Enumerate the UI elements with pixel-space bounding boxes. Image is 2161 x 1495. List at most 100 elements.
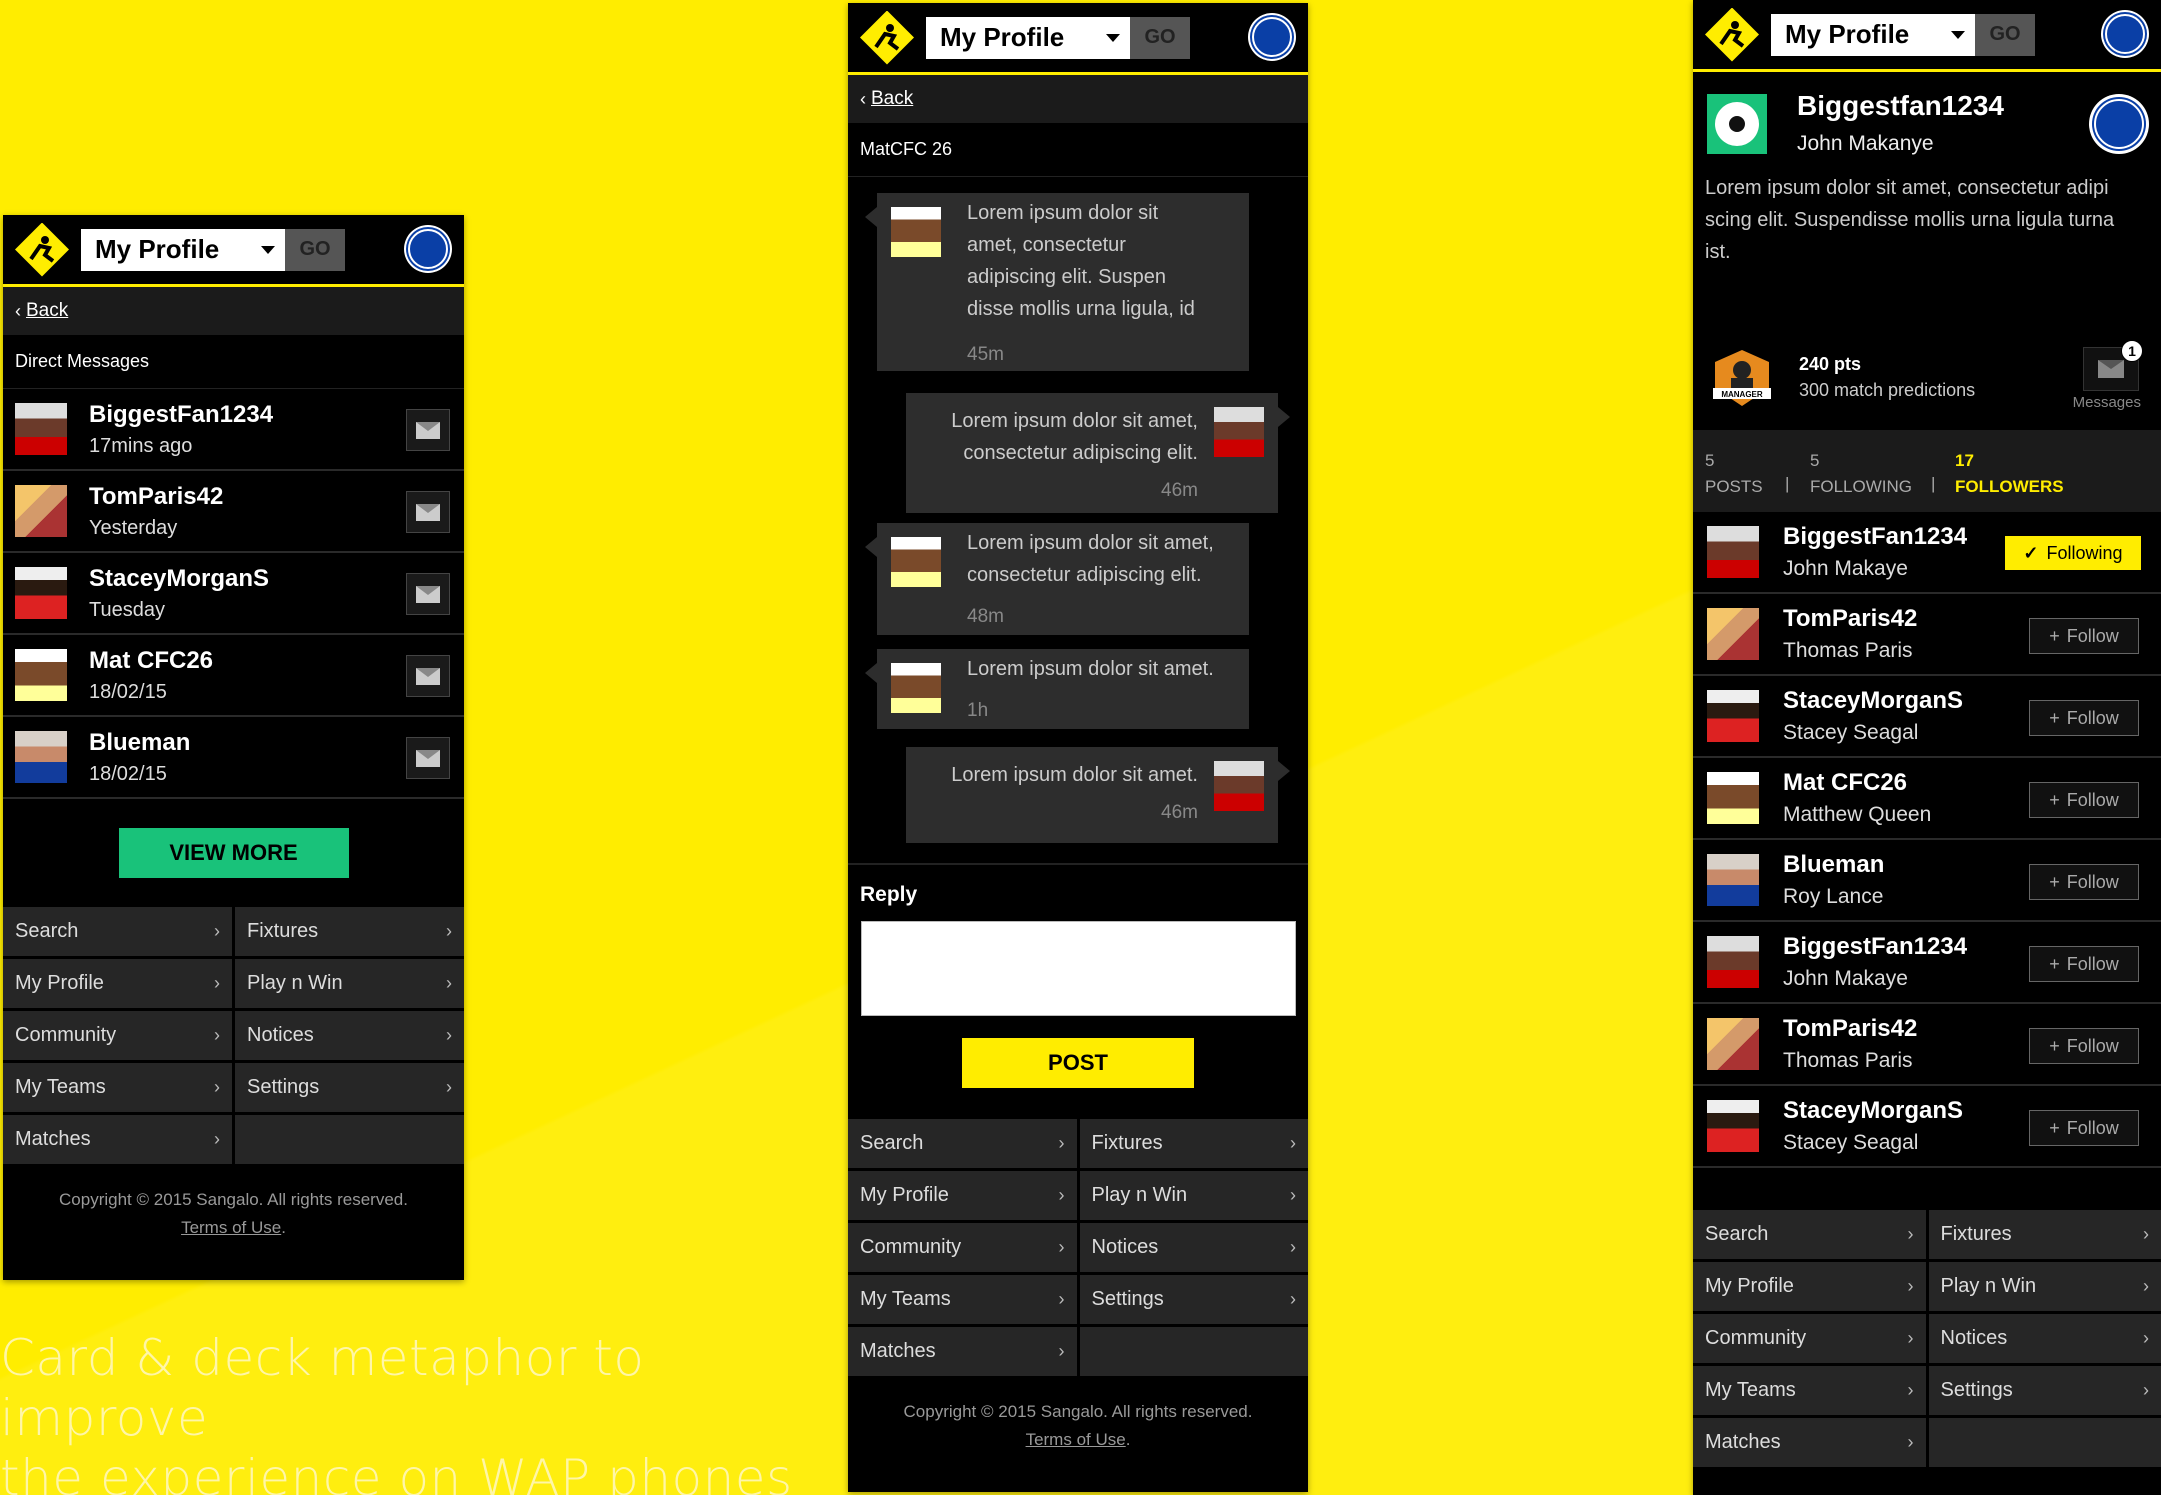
message-line: Lorem ipsum dolor sit	[967, 202, 1159, 224]
go-button[interactable]: GO	[1130, 16, 1190, 59]
chevron-right-icon: ›	[1058, 1289, 1065, 1309]
tab-posts[interactable]: 5 POSTS	[1705, 448, 1763, 500]
dm-row[interactable]: StaceyMorganS Tuesday	[3, 553, 464, 635]
menu-item-my-teams[interactable]: My Teams ›	[3, 1063, 232, 1112]
menu-item-settings[interactable]: Settings ›	[1928, 1366, 2161, 1415]
back-link[interactable]: Back	[871, 88, 913, 110]
follower-name: BiggestFan1234	[1783, 523, 1968, 550]
message-bubble: Lorem ipsum dolor sit amet, consectetur …	[906, 393, 1290, 513]
profile-select[interactable]: My Profile	[926, 16, 1130, 59]
posts-label: POSTS	[1705, 477, 1763, 496]
club-crest-icon[interactable]	[2101, 10, 2149, 58]
message-button[interactable]	[406, 655, 450, 697]
phone-direct-messages: My Profile GO ‹ Back Direct Messages Big…	[3, 215, 464, 1280]
menu-item-fixtures[interactable]: Fixtures ›	[1928, 1210, 2161, 1259]
dm-row[interactable]: Mat CFC26 18/02/15	[3, 635, 464, 717]
go-button[interactable]: GO	[1975, 13, 2035, 56]
envelope-icon	[416, 667, 440, 685]
terms-link[interactable]: Terms of Use	[181, 1218, 281, 1237]
follow-button[interactable]: + Follow	[2029, 700, 2139, 736]
menu-item-notices[interactable]: Notices ›	[1928, 1314, 2161, 1363]
menu-item-settings[interactable]: Settings ›	[235, 1063, 464, 1112]
app-logo-icon[interactable]	[860, 10, 914, 65]
menu-item-community[interactable]: Community ›	[3, 1011, 232, 1060]
reply-textarea[interactable]	[861, 921, 1296, 1016]
menu-item-my-profile[interactable]: My Profile ›	[1693, 1262, 1926, 1311]
chevron-right-icon: ›	[214, 1129, 220, 1149]
app-logo-icon[interactable]	[1705, 7, 1759, 62]
message-time: 46m	[1161, 480, 1198, 501]
follow-button[interactable]: + Follow	[2029, 782, 2139, 818]
envelope-icon	[416, 421, 440, 439]
list-item[interactable]: BiggestFan1234 John Makaye ✓ Following	[1693, 512, 2161, 594]
follow-button[interactable]: + Follow	[2029, 618, 2139, 654]
list-item[interactable]: StaceyMorganS Stacey Seagal + Follow	[1693, 1086, 2161, 1168]
message-button[interactable]	[406, 491, 450, 533]
terms-link[interactable]: Terms of Use	[1026, 1430, 1126, 1449]
menu-item-play-n-win[interactable]: Play n Win ›	[1079, 1171, 1308, 1220]
follower-real-name: Thomas Paris	[1783, 639, 1913, 662]
follow-button[interactable]: + Follow	[2029, 1110, 2139, 1146]
go-button[interactable]: GO	[285, 228, 345, 271]
club-crest-icon[interactable]	[1248, 13, 1296, 61]
menu-item-settings[interactable]: Settings ›	[1079, 1275, 1308, 1324]
list-item[interactable]: StaceyMorganS Stacey Seagal + Follow	[1693, 676, 2161, 758]
club-crest-icon[interactable]	[404, 225, 452, 273]
profile-select[interactable]: My Profile	[1771, 13, 1975, 56]
following-count: 5	[1810, 451, 1820, 470]
menu-item-search[interactable]: Search ›	[1693, 1210, 1926, 1259]
list-item[interactable]: Mat CFC26 Matthew Queen + Follow	[1693, 758, 2161, 840]
menu-item-search[interactable]: Search ›	[848, 1119, 1077, 1168]
phone-chat: My Profile GO ‹ Back MatCFC 26 Lorem ips…	[848, 3, 1308, 1492]
reply-label: Reply	[860, 883, 918, 906]
footer-menu: Search › Fixtures › My Profile › Play n Win…	[3, 907, 464, 1164]
follow-button[interactable]: + Follow	[2029, 1028, 2139, 1064]
profile-username: Biggestfan1234	[1797, 90, 2004, 121]
dm-row[interactable]: BiggestFan1234 17mins ago	[3, 389, 464, 471]
menu-item-my-profile[interactable]: My Profile ›	[848, 1171, 1077, 1220]
list-item[interactable]: Blueman Roy Lance + Follow	[1693, 840, 2161, 922]
list-item[interactable]: TomParis42 Thomas Paris + Follow	[1693, 594, 2161, 676]
dm-name: Blueman	[89, 728, 191, 756]
message-button[interactable]	[406, 573, 450, 615]
menu-item-matches[interactable]: Matches ›	[3, 1115, 232, 1164]
menu-item-my-teams[interactable]: My Teams ›	[848, 1275, 1077, 1324]
following-button[interactable]: ✓ Following	[2005, 536, 2141, 570]
follow-button[interactable]: + Follow	[2029, 946, 2139, 982]
tab-followers[interactable]: 17 FOLLOWERS	[1955, 448, 2064, 500]
menu-item-my-profile[interactable]: My Profile ›	[3, 959, 232, 1008]
view-more-button[interactable]: VIEW MORE	[118, 828, 349, 878]
menu-item-matches[interactable]: Matches ›	[848, 1327, 1077, 1376]
menu-item-community[interactable]: Community ›	[848, 1223, 1077, 1272]
message-bubble: Lorem ipsum dolor sit amet, consectetur …	[865, 193, 1249, 371]
menu-item-play-n-win[interactable]: Play n Win ›	[1928, 1262, 2161, 1311]
chevron-right-icon: ›	[1907, 1380, 1914, 1400]
follow-button[interactable]: + Follow	[2029, 864, 2139, 900]
post-button[interactable]: POST	[962, 1038, 1194, 1088]
app-logo-icon[interactable]	[15, 222, 69, 277]
menu-item-my-teams[interactable]: My Teams ›	[1693, 1366, 1926, 1415]
menu-item-fixtures[interactable]: Fixtures ›	[235, 907, 464, 956]
app-header: My Profile GO	[1693, 0, 2161, 72]
dm-row[interactable]: TomParis42 Yesterday	[3, 471, 464, 553]
menu-item-matches[interactable]: Matches ›	[1693, 1418, 1926, 1467]
menu-label: My Teams	[15, 1076, 106, 1098]
chevron-right-icon: ›	[1058, 1341, 1065, 1361]
menu-item-notices[interactable]: Notices ›	[1079, 1223, 1308, 1272]
message-button[interactable]	[406, 737, 450, 779]
menu-item-play-n-win[interactable]: Play n Win ›	[235, 959, 464, 1008]
chevron-right-icon: ›	[214, 1025, 220, 1045]
menu-item-search[interactable]: Search ›	[3, 907, 232, 956]
menu-item-fixtures[interactable]: Fixtures ›	[1079, 1119, 1308, 1168]
profile-select[interactable]: My Profile	[81, 228, 285, 271]
manager-badge-icon: MANAGER	[1707, 348, 1777, 408]
message-bubble: Lorem ipsum dolor sit amet, consectetur …	[865, 523, 1249, 635]
message-button[interactable]	[406, 409, 450, 451]
menu-item-notices[interactable]: Notices ›	[235, 1011, 464, 1060]
list-item[interactable]: BiggestFan1234 John Makaye + Follow	[1693, 922, 2161, 1004]
back-link[interactable]: Back	[26, 300, 68, 322]
list-item[interactable]: TomParis42 Thomas Paris + Follow	[1693, 1004, 2161, 1086]
menu-item-community[interactable]: Community ›	[1693, 1314, 1926, 1363]
dm-row[interactable]: Blueman 18/02/15	[3, 717, 464, 799]
tab-following[interactable]: 5 FOLLOWING	[1810, 448, 1912, 500]
